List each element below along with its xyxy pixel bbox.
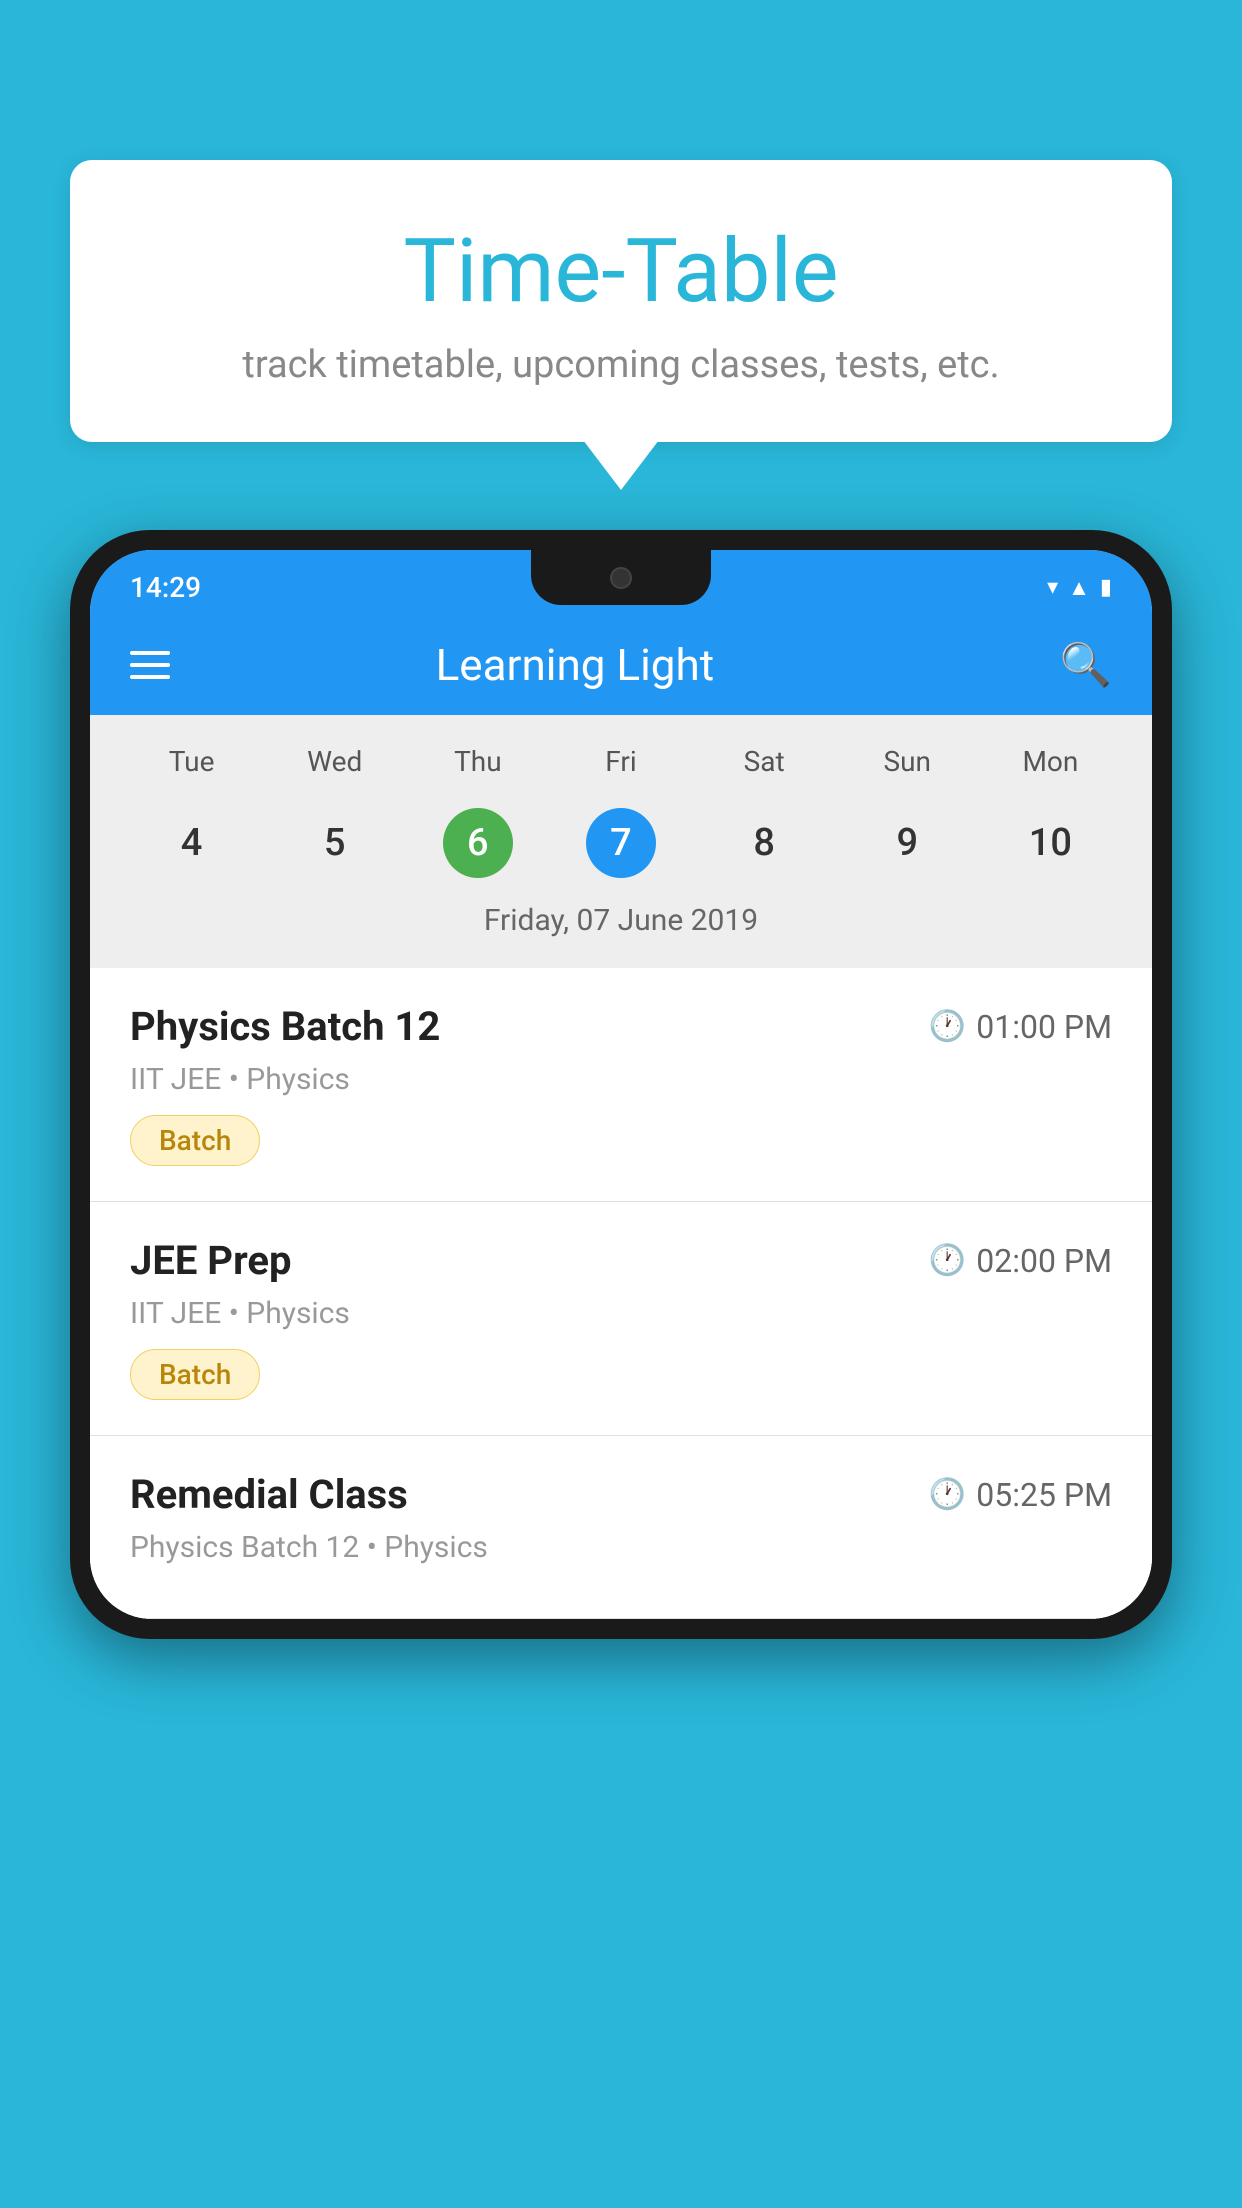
date-number-9: 9 [872, 808, 942, 878]
schedule-item-header-2: Remedial Class 🕐 05:25 PM [130, 1471, 1112, 1518]
date-cell-7[interactable]: 7 [549, 798, 692, 888]
date-cell-4[interactable]: 4 [120, 798, 263, 888]
clock-icon-2: 🕐 [929, 1477, 966, 1512]
calendar-days-header: TueWedThuFriSatSunMon [120, 735, 1122, 788]
date-cell-9[interactable]: 9 [836, 798, 979, 888]
wifi-icon: ▾ [1047, 575, 1058, 600]
schedule-title-0: Physics Batch 12 [130, 1003, 440, 1050]
date-number-8: 8 [729, 808, 799, 878]
schedule-item-header-1: JEE Prep 🕐 02:00 PM [130, 1237, 1112, 1284]
day-name-mon: Mon [979, 735, 1122, 788]
phone-container: 14:29 ▾ ▲ ▮ Learning Light 🔍 [70, 530, 1172, 2208]
phone-notch [531, 550, 711, 605]
day-name-sun: Sun [836, 735, 979, 788]
date-number-10: 10 [1015, 808, 1085, 878]
schedule-item-2[interactable]: Remedial Class 🕐 05:25 PM Physics Batch 12… [90, 1436, 1152, 1619]
date-cell-5[interactable]: 5 [263, 798, 406, 888]
schedule-time-2: 🕐 05:25 PM [929, 1476, 1112, 1514]
date-number-4: 4 [157, 808, 227, 878]
schedule-item-header-0: Physics Batch 12 🕐 01:00 PM [130, 1003, 1112, 1050]
phone-camera [610, 567, 632, 589]
date-number-7: 7 [586, 808, 656, 878]
phone-mockup: 14:29 ▾ ▲ ▮ Learning Light 🔍 [70, 530, 1172, 1639]
schedule-title-1: JEE Prep [130, 1237, 291, 1284]
battery-icon: ▮ [1100, 575, 1112, 600]
status-icons: ▾ ▲ ▮ [1047, 575, 1112, 601]
day-name-sat: Sat [693, 735, 836, 788]
calendar: TueWedThuFriSatSunMon 4 5 6 7 8 9 10 Friday, 0… [90, 715, 1152, 968]
schedule-title-2: Remedial Class [130, 1471, 408, 1518]
schedule-item-0[interactable]: Physics Batch 12 🕐 01:00 PM IIT JEE • Phys… [90, 968, 1152, 1202]
day-name-thu: Thu [406, 735, 549, 788]
calendar-dates: 4 5 6 7 8 9 10 [120, 798, 1122, 888]
schedule-list: Physics Batch 12 🕐 01:00 PM IIT JEE • Phys… [90, 968, 1152, 1619]
date-cell-10[interactable]: 10 [979, 798, 1122, 888]
app-title: Learning Light [90, 639, 1060, 691]
schedule-meta-0: IIT JEE • Physics [130, 1062, 1112, 1097]
bubble-title: Time-Table [120, 220, 1122, 323]
app-bar: Learning Light 🔍 [90, 615, 1152, 715]
batch-badge-1: Batch [130, 1349, 260, 1400]
date-cell-6[interactable]: 6 [406, 798, 549, 888]
schedule-time-1: 🕐 02:00 PM [929, 1242, 1112, 1280]
clock-icon-1: 🕐 [929, 1243, 966, 1278]
schedule-item-1[interactable]: JEE Prep 🕐 02:00 PM IIT JEE • Physics Batch [90, 1202, 1152, 1436]
day-name-fri: Fri [549, 735, 692, 788]
schedule-time-0: 🕐 01:00 PM [929, 1008, 1112, 1046]
date-number-5: 5 [300, 808, 370, 878]
clock-icon-0: 🕐 [929, 1009, 966, 1044]
batch-badge-0: Batch [130, 1115, 260, 1166]
phone-screen: 14:29 ▾ ▲ ▮ Learning Light 🔍 [90, 550, 1152, 1619]
speech-bubble-container: Time-Table track timetable, upcoming cla… [70, 160, 1172, 442]
day-name-tue: Tue [120, 735, 263, 788]
day-name-wed: Wed [263, 735, 406, 788]
schedule-meta-1: IIT JEE • Physics [130, 1296, 1112, 1331]
search-icon[interactable]: 🔍 [1060, 641, 1112, 690]
calendar-selected-label: Friday, 07 June 2019 [120, 888, 1122, 948]
signal-icon: ▲ [1068, 575, 1090, 601]
status-time: 14:29 [130, 571, 201, 604]
schedule-meta-2: Physics Batch 12 • Physics [130, 1530, 1112, 1565]
date-cell-8[interactable]: 8 [693, 798, 836, 888]
bubble-subtitle: track timetable, upcoming classes, tests… [120, 343, 1122, 387]
date-number-6: 6 [443, 808, 513, 878]
speech-bubble: Time-Table track timetable, upcoming cla… [70, 160, 1172, 442]
